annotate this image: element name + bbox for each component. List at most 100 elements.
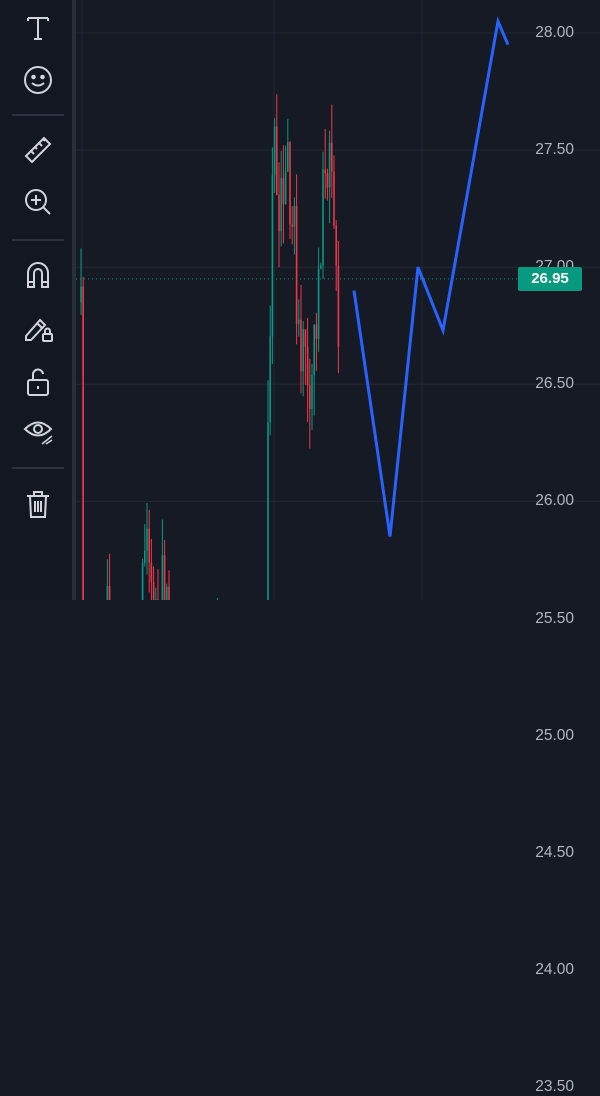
candle-body	[302, 329, 304, 371]
pencil-lock-icon[interactable]	[18, 308, 58, 348]
candle-body	[329, 143, 331, 188]
candle-body	[305, 329, 307, 346]
candle	[302, 321, 304, 396]
candle-body	[285, 172, 287, 204]
candle-body	[307, 347, 309, 385]
candle-body	[269, 336, 271, 422]
candle	[324, 129, 326, 199]
candle-body	[153, 582, 155, 600]
candle-body	[309, 385, 311, 409]
candle-body	[283, 178, 285, 204]
toolbar-separator	[12, 467, 64, 469]
price-axis-label: 25.00	[535, 727, 574, 745]
candle-body	[316, 325, 318, 339]
candle-body	[331, 143, 333, 172]
candle	[305, 329, 307, 385]
candle	[338, 241, 340, 373]
candle	[307, 318, 309, 422]
candle	[82, 277, 84, 600]
candle	[148, 510, 150, 593]
eye-icon[interactable]	[18, 410, 58, 450]
candle	[329, 131, 331, 223]
candle-body	[80, 287, 82, 303]
toolbar-separator	[12, 239, 64, 241]
trash-icon[interactable]	[18, 484, 58, 524]
candle	[289, 141, 291, 239]
candle-body	[82, 287, 84, 600]
candle	[294, 197, 296, 254]
emoji-icon[interactable]	[18, 60, 58, 100]
drawing-toolbar	[0, 0, 76, 600]
candle-body	[333, 172, 335, 226]
candle	[278, 162, 280, 267]
candle	[142, 559, 144, 600]
candle	[153, 567, 155, 600]
candle	[298, 300, 300, 337]
price-axis-label: 24.50	[535, 844, 574, 862]
unlock-icon[interactable]	[18, 362, 58, 402]
candle-body	[148, 529, 150, 563]
candle	[157, 569, 159, 600]
candle	[144, 524, 146, 566]
candle	[333, 155, 335, 229]
chart-area[interactable]: 28.0027.5027.0026.5026.0025.5025.0024.50…	[76, 0, 600, 600]
price-chart[interactable]	[76, 0, 600, 600]
candle-body	[338, 265, 340, 346]
candle	[280, 151, 282, 246]
candle	[269, 306, 271, 436]
candle-body	[291, 224, 293, 226]
candle-body	[335, 226, 337, 266]
zoom-in-icon[interactable]	[18, 182, 58, 222]
candle	[335, 220, 337, 291]
candle	[318, 248, 320, 352]
candle-body	[300, 320, 302, 372]
candle-body	[272, 175, 274, 336]
candle-body	[166, 587, 168, 600]
candle-body	[274, 127, 276, 176]
candle-body	[322, 170, 324, 266]
candle-body	[296, 206, 298, 324]
candle	[296, 174, 298, 344]
candle-body	[318, 269, 320, 339]
price-axis-label: 25.50	[535, 610, 574, 628]
candle	[327, 169, 329, 201]
candle-body	[109, 586, 111, 600]
candle-body	[164, 555, 166, 600]
candle	[109, 554, 111, 600]
candle-body	[142, 563, 144, 600]
candle	[285, 146, 287, 205]
price-axis-label: 23.50	[535, 1078, 574, 1096]
candle	[164, 540, 166, 600]
candle	[311, 364, 313, 430]
candle	[309, 359, 311, 449]
candle	[320, 263, 322, 270]
candle	[155, 588, 157, 600]
candle	[283, 145, 285, 243]
candle-body	[313, 325, 315, 375]
candle-body	[327, 173, 329, 187]
candle-body	[162, 555, 164, 600]
candle	[287, 119, 289, 172]
ruler-icon[interactable]	[18, 130, 58, 170]
magnet-icon[interactable]	[18, 255, 58, 295]
price-axis-label: 24.00	[535, 961, 574, 979]
price-axis-label: 27.50	[535, 141, 574, 159]
price-axis-label: 28.00	[535, 24, 574, 42]
candle-body	[311, 375, 313, 409]
price-axis-label: 26.50	[535, 375, 574, 393]
candle	[146, 503, 148, 575]
candle-body	[151, 563, 153, 582]
candle	[166, 584, 168, 600]
candle	[276, 94, 278, 195]
candle	[168, 570, 170, 600]
candle	[331, 105, 333, 198]
candle	[272, 147, 274, 364]
text-icon[interactable]	[18, 8, 58, 48]
candle	[162, 520, 164, 600]
candle-body	[287, 142, 289, 171]
candle	[107, 559, 109, 600]
candle-body	[267, 422, 269, 600]
candle	[300, 285, 302, 394]
candle-body	[107, 586, 109, 600]
candle-body	[298, 320, 300, 324]
